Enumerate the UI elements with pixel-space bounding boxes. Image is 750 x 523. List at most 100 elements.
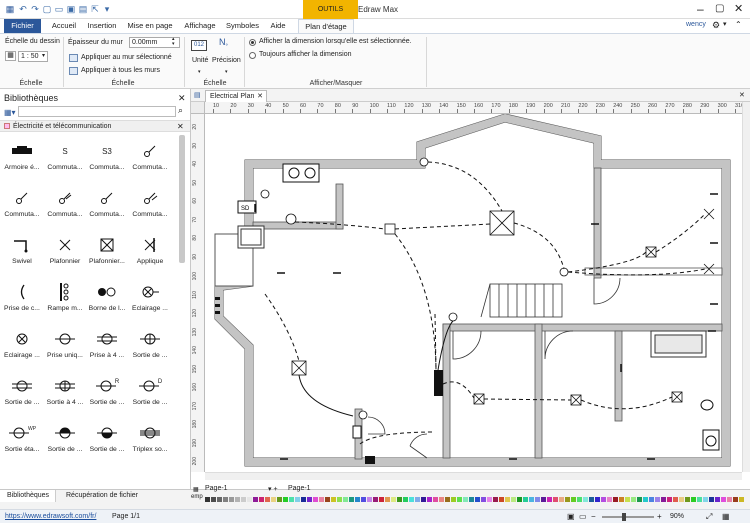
color-swatch[interactable] <box>523 497 528 502</box>
library-category-header[interactable]: Électricité et télécommunication ✕ <box>0 120 190 132</box>
color-swatch[interactable] <box>691 497 696 502</box>
color-swatch[interactable] <box>313 497 318 502</box>
color-swatch[interactable] <box>649 497 654 502</box>
library-shape[interactable]: Commuta... <box>2 185 42 218</box>
color-swatch[interactable] <box>715 497 720 502</box>
library-shape[interactable]: Borne de l... <box>87 279 127 312</box>
color-swatch[interactable] <box>505 497 510 502</box>
color-swatch[interactable] <box>331 497 336 502</box>
color-swatch[interactable] <box>697 497 702 502</box>
tab-bibliotheques[interactable]: Bibliothèques <box>0 490 56 502</box>
doc-menu-icon[interactable]: ▤ <box>194 91 201 99</box>
color-swatch[interactable] <box>493 497 498 502</box>
library-shape[interactable]: Commuta... <box>45 185 85 218</box>
color-swatch[interactable] <box>259 497 264 502</box>
color-swatch[interactable] <box>481 497 486 502</box>
library-shape[interactable]: Sortie de ... <box>2 373 42 406</box>
color-palette[interactable] <box>205 490 750 504</box>
tab-fichier[interactable]: Fichier <box>4 19 41 33</box>
color-swatch[interactable] <box>223 497 228 502</box>
color-swatch[interactable] <box>301 497 306 502</box>
color-swatch[interactable] <box>637 497 642 502</box>
color-swatch[interactable] <box>673 497 678 502</box>
apply-selected-button[interactable]: Appliquer au mur sélectionné <box>81 54 172 61</box>
library-shape[interactable]: Rampe m... <box>45 279 85 312</box>
color-swatch[interactable] <box>721 497 726 502</box>
library-shape[interactable]: D Sortie de ... <box>130 373 170 406</box>
color-swatch[interactable] <box>463 497 468 502</box>
library-shape[interactable]: Triplex so... <box>130 420 170 453</box>
search-icon[interactable]: ⌕ <box>178 105 183 116</box>
color-swatch[interactable] <box>391 497 396 502</box>
color-swatch[interactable] <box>361 497 366 502</box>
color-swatch[interactable] <box>541 497 546 502</box>
color-swatch[interactable] <box>709 497 714 502</box>
floor-plan-drawing[interactable]: SD <box>205 114 742 472</box>
fit-width-icon[interactable]: ▭ <box>579 512 587 521</box>
color-swatch[interactable] <box>511 497 516 502</box>
library-shape[interactable]: Commuta... <box>130 138 170 171</box>
color-swatch[interactable] <box>295 497 300 502</box>
color-swatch[interactable] <box>487 497 492 502</box>
option-always-show[interactable]: Toujours afficher la dimension <box>259 51 351 58</box>
thickness-spinner-icon[interactable]: ▴ ▾ <box>172 37 175 47</box>
color-swatch[interactable] <box>553 497 558 502</box>
page-nav-icon[interactable]: ▦ <box>193 486 199 493</box>
color-swatch[interactable] <box>307 497 312 502</box>
settings-gear-icon[interactable]: ⚙ <box>712 20 720 31</box>
minimize-icon[interactable]: – <box>697 2 704 16</box>
open-folder-icon[interactable]: ▭ <box>54 4 64 14</box>
color-swatch[interactable] <box>211 497 216 502</box>
color-swatch[interactable] <box>727 497 732 502</box>
color-swatch[interactable] <box>427 497 432 502</box>
color-swatch[interactable] <box>415 497 420 502</box>
library-shape[interactable]: Plafonnier... <box>87 232 127 265</box>
color-swatch[interactable] <box>535 497 540 502</box>
color-swatch[interactable] <box>577 497 582 502</box>
unit-dropdown-icon[interactable]: ▾ <box>198 69 201 75</box>
zoom-slider[interactable] <box>602 516 654 518</box>
redo-icon[interactable]: ↷ <box>30 4 40 14</box>
color-swatch[interactable] <box>229 497 234 502</box>
color-swatch[interactable] <box>661 497 666 502</box>
horizontal-scrollbar[interactable] <box>205 472 742 480</box>
color-swatch[interactable] <box>319 497 324 502</box>
library-shape[interactable]: R Sortie de ... <box>87 373 127 406</box>
library-shape[interactable]: Prise à 4 ... <box>87 326 127 359</box>
color-swatch[interactable] <box>571 497 576 502</box>
color-swatch[interactable] <box>289 497 294 502</box>
document-tab-close-icon[interactable]: ✕ <box>257 91 263 102</box>
unit-icon[interactable]: 012 <box>191 40 207 51</box>
color-swatch[interactable] <box>469 497 474 502</box>
status-url-link[interactable]: https://www.edrawsoft.com/fr/ <box>5 513 96 520</box>
color-swatch[interactable] <box>271 497 276 502</box>
precision-icon[interactable]: N° <box>219 37 228 50</box>
new-file-icon[interactable]: ▢ <box>42 4 52 14</box>
color-swatch[interactable] <box>451 497 456 502</box>
color-swatch[interactable] <box>625 497 630 502</box>
color-swatch[interactable] <box>367 497 372 502</box>
color-swatch[interactable] <box>607 497 612 502</box>
undo-icon[interactable]: ↶ <box>18 4 28 14</box>
color-swatch[interactable] <box>457 497 462 502</box>
maximize-icon[interactable]: ▢ <box>715 3 724 14</box>
color-swatch[interactable] <box>445 497 450 502</box>
library-shape[interactable]: Applique <box>130 232 170 265</box>
color-swatch[interactable] <box>205 497 210 502</box>
color-swatch[interactable] <box>619 497 624 502</box>
color-swatch[interactable] <box>379 497 384 502</box>
close-icon[interactable]: ✕ <box>734 2 743 15</box>
color-swatch[interactable] <box>547 497 552 502</box>
color-swatch[interactable] <box>349 497 354 502</box>
precision-button[interactable]: Précision <box>212 57 241 64</box>
color-swatch[interactable] <box>265 497 270 502</box>
tab-accueil[interactable]: Accueil <box>47 19 81 33</box>
color-swatch[interactable] <box>529 497 534 502</box>
color-swatch[interactable] <box>703 497 708 502</box>
scale-dropdown-icon[interactable]: ▾ <box>42 52 45 59</box>
color-swatch[interactable] <box>733 497 738 502</box>
document-tab[interactable]: Electrical Plan ✕ <box>205 90 267 102</box>
tab-affichage[interactable]: Affichage <box>182 19 218 33</box>
zoom-out-icon[interactable]: − <box>591 512 596 521</box>
tab-symboles[interactable]: Symboles <box>224 19 261 33</box>
